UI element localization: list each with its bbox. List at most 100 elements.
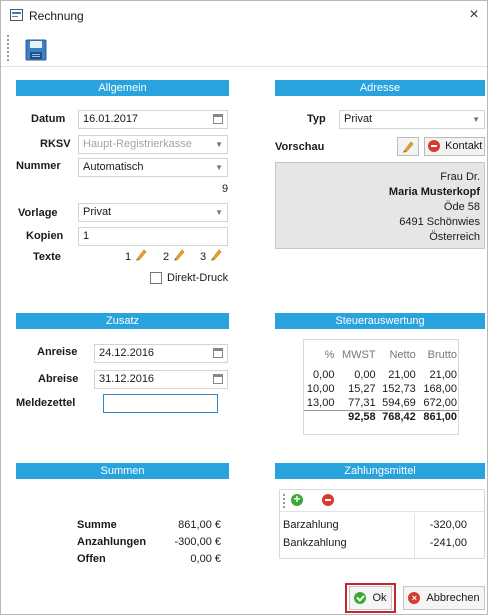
chevron-down-icon: ▼ [215,208,223,217]
pencil-icon [403,141,414,153]
vorschau-label: Vorschau [275,141,325,153]
remove-icon [428,140,440,153]
payment-row[interactable]: Bankzahlung -241,00 [280,535,484,553]
anreise-value: 24.12.2016 [99,347,155,359]
kopien-label: Kopien [26,230,64,242]
tax-col-brutto: Brutto [427,349,457,361]
pencil-icon[interactable] [135,248,148,261]
vorlage-value: Privat [83,206,112,218]
cancel-button[interactable]: × Abbrechen [403,586,485,610]
anreise-label: Anreise [37,346,78,358]
address-line-2: Maria Musterkopf [388,186,480,198]
datum-field[interactable]: 16.01.2017 [78,110,228,129]
typ-select[interactable]: Privat ▼ [339,110,485,129]
nummer-select[interactable]: Automatisch ▼ [78,158,228,177]
window-title: Rechnung [29,9,84,23]
calendar-icon[interactable] [213,348,223,358]
tax-col-netto: Netto [389,349,416,361]
address-line-4: 6491 Schönwies [399,216,480,228]
kontakt-button[interactable]: Kontakt [424,137,485,156]
tax-cell: 77,31 [348,396,376,409]
save-icon[interactable] [25,39,47,61]
calendar-icon[interactable] [213,114,223,124]
texte-label: Texte [33,251,61,263]
add-icon[interactable] [291,492,303,507]
section-header-allgemein: Allgemein [16,80,229,96]
anzahlungen-value: -300,00 € [174,536,221,548]
tax-table: % MWST Netto Brutto 0,00 0,00 21,00 21,0… [304,342,459,424]
section-header-zahlungsmittel: Zahlungsmittel [275,463,485,479]
typ-value: Privat [344,113,373,125]
check-icon [354,592,367,605]
kontakt-button-label: Kontakt [445,140,483,152]
calendar-icon[interactable] [213,374,223,384]
tax-cell: 672,00 [423,396,457,409]
abreise-value: 31.12.2016 [99,373,155,385]
kopien-value: 1 [83,230,90,242]
tax-total-cell [304,410,336,424]
tax-totals-row: 92,58 768,42 861,00 [304,410,459,424]
payment-name: Bankzahlung [283,537,347,549]
title-bar: Rechnung × [1,1,487,29]
tax-cell: 152,73 [382,383,416,395]
invoice-icon [10,9,23,21]
meldezettel-field[interactable] [103,394,218,413]
abreise-field[interactable]: 31.12.2016 [94,370,228,389]
payment-list: Barzahlung -320,00 Bankzahlung -241,00 [279,489,485,559]
toolbar-divider [1,66,487,67]
tax-cell: 15,27 [348,383,376,395]
tax-cell: 13,00 [306,396,335,409]
tax-col-percent: % [324,349,335,361]
tax-cell: 10,00 [306,383,335,395]
offen-value: 0,00 € [190,553,221,565]
chevron-down-icon: ▼ [472,115,480,124]
vorlage-select[interactable]: Privat ▼ [78,203,228,222]
datum-label: Datum [31,113,66,125]
close-icon[interactable]: × [464,5,484,25]
direkt-druck-checkbox[interactable] [150,272,162,284]
anreise-field[interactable]: 24.12.2016 [94,344,228,363]
tax-total-cell: 861,00 [423,411,457,424]
payment-amount: -241,00 [429,537,467,549]
chevron-down-icon: ▼ [215,163,223,172]
kopien-field[interactable]: 1 [78,227,228,246]
pencil-icon[interactable] [210,248,223,261]
address-line-5: Österreich [429,231,480,243]
tax-row: 10,00 15,27 152,73 168,00 [304,382,459,396]
tax-row: 13,00 77,31 594,69 672,00 [304,396,459,410]
payment-row[interactable]: Barzahlung -320,00 [280,517,484,535]
nummer-count: 9 [222,183,229,195]
tax-cell: 594,69 [382,396,416,409]
texte-3-label: 3 [200,251,207,263]
tax-row: 0,00 0,00 21,00 21,00 [304,368,459,382]
payment-name: Barzahlung [283,519,339,531]
meldezettel-label: Meldezettel [16,397,76,409]
vorlage-label: Vorlage [18,207,58,219]
rechnung-window: Rechnung × Allgemein Datum 16.01.2017 RK… [0,0,488,615]
tax-cell: 168,00 [423,383,457,395]
toolbar-grip [7,35,11,61]
typ-label: Typ [307,113,326,125]
summe-label: Summe [77,519,117,531]
summe-value: 861,00 € [178,519,221,531]
toolbar-grip [283,494,286,508]
edit-address-button[interactable] [397,137,419,156]
rksv-value: Haupt-Registrierkasse [83,138,192,150]
tax-cell: 0,00 [313,369,335,381]
tax-total-cell: 92,58 [348,411,376,424]
texte-1-label: 1 [125,251,132,263]
cancel-button-label: Abbrechen [426,592,480,604]
tax-cell: 21,00 [429,369,457,381]
rksv-label: RKSV [40,138,71,150]
rksv-select: Haupt-Registrierkasse ▼ [78,135,228,154]
tax-cell: 0,00 [354,369,376,381]
remove-icon[interactable] [322,494,335,507]
payment-column-divider [414,514,415,558]
section-header-adresse: Adresse [275,80,485,96]
ok-button[interactable]: Ok [349,586,392,610]
direkt-druck-label: Direkt-Druck [167,272,229,284]
pencil-icon[interactable] [173,248,186,261]
payment-toolbar [280,490,484,512]
address-line-3: Öde 58 [443,201,480,213]
nummer-label: Nummer [16,160,61,172]
